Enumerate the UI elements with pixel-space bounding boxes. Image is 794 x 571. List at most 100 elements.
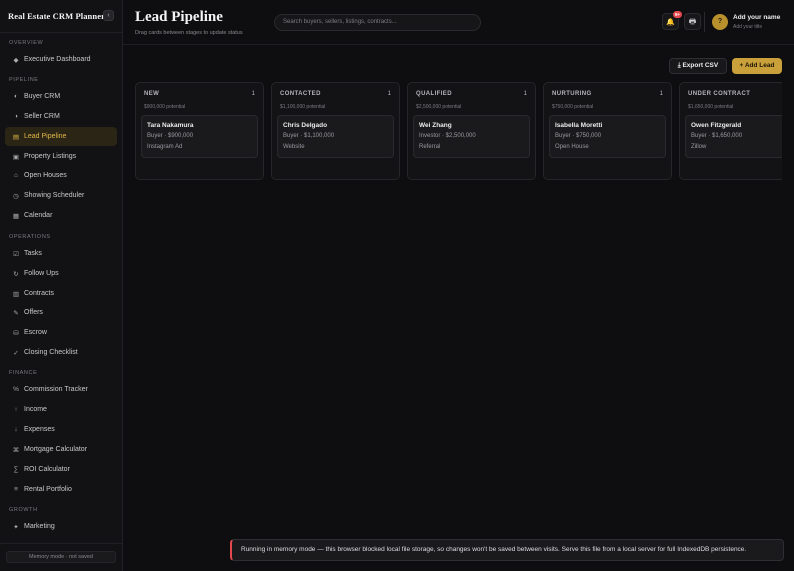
- portfolio-icon: ≡: [14, 486, 18, 493]
- lead-source: Referral: [419, 144, 441, 150]
- sidebar-item-follow-ups[interactable]: ↻ Follow Ups: [5, 264, 117, 283]
- sidebar-item-calendar[interactable]: ▦ Calendar: [5, 206, 117, 225]
- sidebar-item-label: Commission Tracker: [24, 386, 88, 393]
- collapse-sidebar-button[interactable]: ‹: [103, 10, 114, 21]
- lead-card[interactable]: Owen Fitzgerald Buyer · $1,650,000 Zillo…: [685, 115, 782, 158]
- sidebar-item-expenses[interactable]: ↓ Expenses: [5, 420, 117, 439]
- sidebar-item-label: Calendar: [24, 212, 53, 219]
- sidebar-item-income[interactable]: ↑ Income: [5, 400, 117, 419]
- lead-type-value: Buyer · $750,000: [555, 133, 602, 139]
- calculator-icon: ⌘: [12, 446, 20, 454]
- listings-icon: ▣: [12, 153, 20, 161]
- sidebar-item-label: Marketing: [24, 523, 55, 530]
- lead-type-value: Investor · $2,500,000: [419, 133, 476, 139]
- column-potential: $2,500,000 potential: [416, 104, 462, 110]
- house-icon: ⌂: [14, 172, 18, 179]
- sidebar-item-marketing[interactable]: ✦ Marketing: [5, 517, 117, 536]
- lead-type-value: Buyer · $900,000: [147, 133, 194, 139]
- section-label-pipeline: PIPELINE: [9, 77, 39, 83]
- sidebar-item-label: ROI Calculator: [24, 466, 70, 473]
- lead-name: Owen Fitzgerald: [691, 122, 742, 129]
- sidebar-item-property-listings[interactable]: ▣ Property Listings: [5, 147, 117, 166]
- storage-mode-indicator: Memory mode · not saved: [6, 551, 116, 563]
- add-lead-button[interactable]: + Add Lead: [732, 58, 782, 74]
- pipeline-column-new: NEW 1 $900,000 potential Tara Nakamura B…: [135, 82, 264, 180]
- sidebar-item-roi-calculator[interactable]: ∑ ROI Calculator: [5, 460, 117, 479]
- lead-name: Chris Delgado: [283, 122, 328, 129]
- sidebar-item-offers[interactable]: ✎ Offers: [5, 303, 117, 322]
- lead-source: Zillow: [691, 144, 707, 150]
- lead-card[interactable]: Isabella Moretti Buyer · $750,000 Open H…: [549, 115, 666, 158]
- lead-card[interactable]: Wei Zhang Investor · $2,500,000 Referral: [413, 115, 530, 158]
- arrow-down-icon: ↓: [14, 426, 18, 433]
- pipeline-column-nurturing: NURTURING 1 $750,000 potential Isabella …: [543, 82, 672, 180]
- lead-card[interactable]: Chris Delgado Buyer · $1,100,000 Website: [277, 115, 394, 158]
- lead-name: Tara Nakamura: [147, 122, 194, 129]
- search-input[interactable]: Search buyers, sellers, listings, contra…: [274, 14, 481, 31]
- sidebar-item-closing-checklist[interactable]: ✓ Closing Checklist: [5, 343, 117, 362]
- print-button[interactable]: 🖶: [684, 13, 701, 30]
- avatar[interactable]: ?: [712, 14, 728, 30]
- clock-icon: ◷: [13, 192, 19, 200]
- page-title: Lead Pipeline: [135, 9, 223, 25]
- sidebar-item-contracts[interactable]: ▥ Contracts: [5, 284, 117, 303]
- notification-count-badge: 9+: [673, 11, 682, 18]
- export-csv-button[interactable]: ⤓ Export CSV: [669, 58, 727, 74]
- lead-type-value: Buyer · $1,100,000: [283, 133, 335, 139]
- column-potential: $750,000 potential: [552, 104, 594, 110]
- divider: [0, 543, 122, 544]
- column-count: 1: [523, 91, 527, 97]
- app-title: Real Estate CRM Planner: [8, 11, 105, 21]
- sigma-icon: ∑: [13, 466, 19, 473]
- lead-name: Wei Zhang: [419, 122, 452, 129]
- sidebar-item-label: Follow Ups: [24, 270, 59, 277]
- sidebar-item-rental-portfolio[interactable]: ≡ Rental Portfolio: [5, 480, 117, 499]
- pipeline-column-contacted: CONTACTED 1 $1,100,000 potential Chris D…: [271, 82, 400, 180]
- percent-icon: %: [13, 386, 19, 393]
- sparkle-icon: ✦: [13, 523, 19, 531]
- column-title: CONTACTED: [280, 91, 321, 97]
- sidebar-item-label: Escrow: [24, 329, 47, 336]
- printer-icon: 🖶: [688, 17, 697, 26]
- sidebar-item-label: Seller CRM: [24, 113, 60, 120]
- sidebar-item-mortgage-calculator[interactable]: ⌘ Mortgage Calculator: [5, 440, 117, 459]
- lead-type-value: Buyer · $1,650,000: [691, 133, 743, 139]
- sidebar-item-label: Showing Scheduler: [24, 192, 85, 199]
- sidebar-item-label: Executive Dashboard: [24, 56, 91, 63]
- sidebar-item-lead-pipeline[interactable]: ▤ Lead Pipeline: [5, 127, 117, 146]
- checkbox-icon: ☑: [13, 250, 19, 258]
- section-label-growth: GROWTH: [9, 507, 38, 513]
- sidebar-item-executive-dashboard[interactable]: ◆ Executive Dashboard: [5, 50, 117, 69]
- lead-card[interactable]: Tara Nakamura Buyer · $900,000 Instagram…: [141, 115, 258, 158]
- user-name[interactable]: Add your name: [733, 14, 780, 21]
- lead-source: Open House: [555, 144, 589, 150]
- user-title[interactable]: Add your title: [733, 24, 762, 30]
- divider: [704, 12, 705, 32]
- lead-source: Website: [283, 144, 305, 150]
- calendar-icon: ▦: [12, 212, 20, 220]
- vault-icon: ⛁: [13, 329, 19, 337]
- sidebar-item-open-houses[interactable]: ⌂ Open Houses: [5, 166, 117, 185]
- sidebar-item-buyer-crm[interactable]: ◐ Buyer CRM: [5, 87, 117, 106]
- column-count: 1: [387, 91, 391, 97]
- seller-icon: ◑: [14, 113, 18, 120]
- notifications-button[interactable]: 🔔 9+: [662, 11, 682, 30]
- sidebar-item-showing-scheduler[interactable]: ◷ Showing Scheduler: [5, 186, 117, 205]
- pipeline-column-qualified: QUALIFIED 1 $2,500,000 potential Wei Zha…: [407, 82, 536, 180]
- sidebar: Real Estate CRM Planner ‹ OVERVIEW ◆ Exe…: [0, 0, 123, 571]
- sidebar-item-label: Rental Portfolio: [24, 486, 72, 493]
- sidebar-item-label: Offers: [24, 309, 43, 316]
- sidebar-item-label: Lead Pipeline: [24, 133, 67, 140]
- divider: [0, 32, 122, 33]
- column-title: UNDER CONTRACT: [688, 91, 751, 97]
- sidebar-item-seller-crm[interactable]: ◑ Seller CRM: [5, 107, 117, 126]
- sidebar-item-tasks[interactable]: ☑ Tasks: [5, 244, 117, 263]
- sidebar-item-label: Open Houses: [24, 172, 67, 179]
- column-title: QUALIFIED: [416, 91, 452, 97]
- buyer-icon: ◐: [14, 93, 18, 100]
- sidebar-item-escrow[interactable]: ⛁ Escrow: [5, 323, 117, 342]
- sidebar-item-commission-tracker[interactable]: % Commission Tracker: [5, 380, 117, 399]
- sidebar-item-label: Property Listings: [24, 153, 77, 160]
- section-label-operations: OPERATIONS: [9, 234, 51, 240]
- sidebar-item-label: Income: [24, 406, 47, 413]
